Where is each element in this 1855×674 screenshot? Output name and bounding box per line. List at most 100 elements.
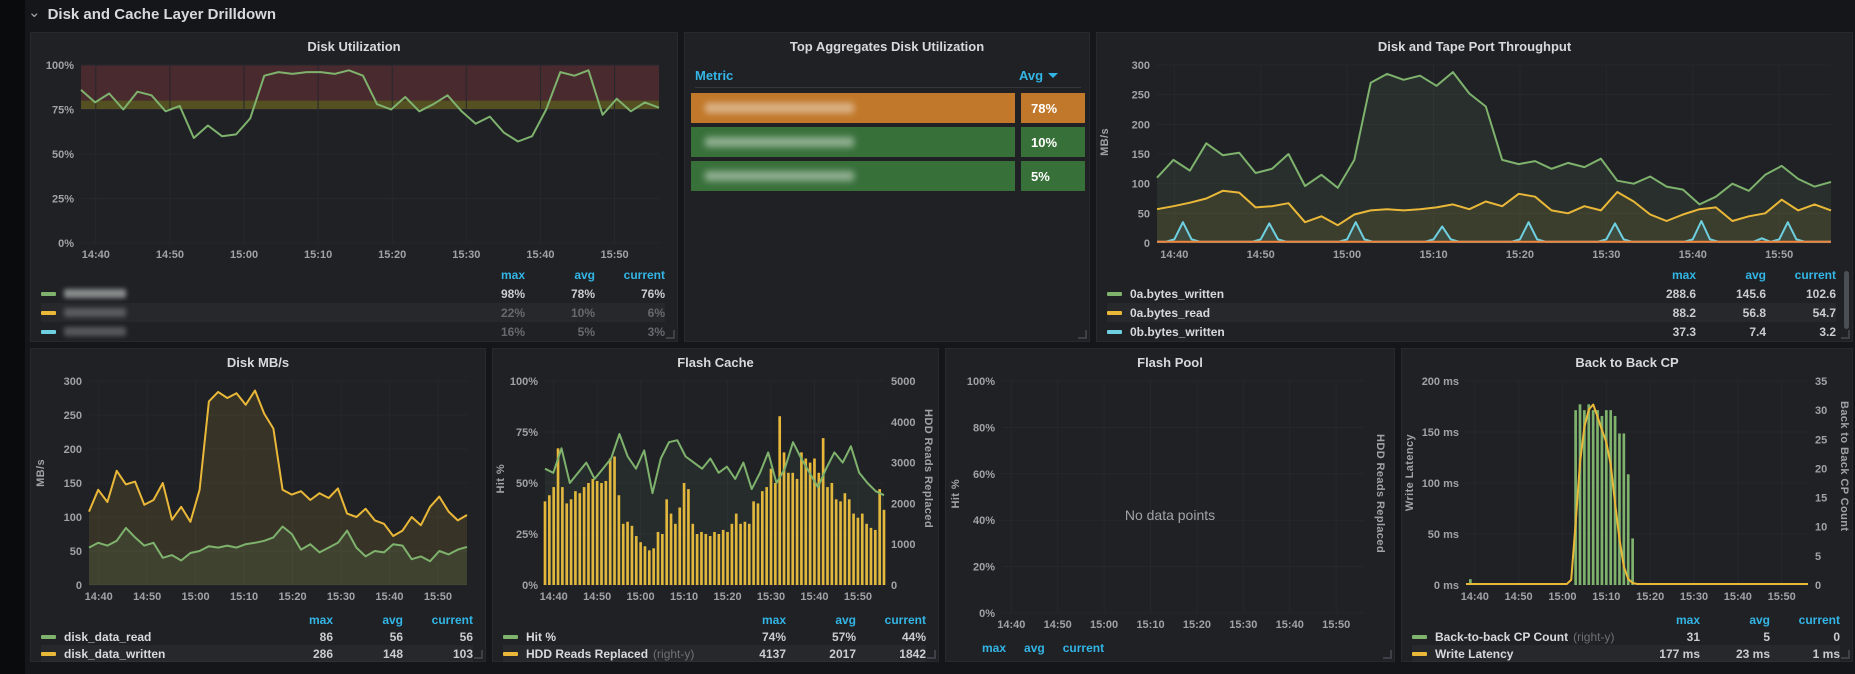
series-name[interactable]: Write Latency <box>1435 647 1513 661</box>
legend-current: 1842 <box>856 647 926 661</box>
table-row[interactable]: 78% <box>691 93 1085 123</box>
redacted-series-name[interactable] <box>64 308 126 317</box>
svg-text:100%: 100% <box>967 376 995 388</box>
legend-current: 6% <box>595 306 665 320</box>
panel-title[interactable]: Top Aggregates Disk Utilization <box>685 39 1089 54</box>
svg-text:14:50: 14:50 <box>583 591 611 603</box>
legend-col-max[interactable]: max <box>716 613 786 627</box>
legend-col-avg[interactable]: avg <box>333 613 403 627</box>
legend-current: 3% <box>595 325 665 339</box>
b2b-legend: max avg current Back-to-back CP Count (r… <box>1412 611 1840 662</box>
series-swatch[interactable] <box>503 635 518 639</box>
legend-scrollbar[interactable] <box>1844 271 1849 329</box>
panel-title[interactable]: Flash Cache <box>493 355 938 370</box>
dashboard-row-header[interactable]: ⌄ Disk and Cache Layer Drilldown <box>28 5 276 23</box>
svg-text:15:20: 15:20 <box>378 249 406 261</box>
svg-text:0: 0 <box>1815 580 1821 592</box>
series-name[interactable]: 0a.bytes_read <box>1130 306 1210 320</box>
disk-utilization-chart[interactable]: 0%25%50%75%100%14:4014:5015:0015:1015:20… <box>35 57 673 263</box>
legend-row: 0a.bytes_read 88.2 56.8 54.7 <box>1107 303 1836 322</box>
disk-mbs-chart[interactable]: 05010015020025030014:4014:5015:0015:1015… <box>39 373 479 605</box>
legend-col-current[interactable]: current <box>1766 268 1836 282</box>
panel-disk-tape-throughput: Disk and Tape Port Throughput MB/s 05010… <box>1096 32 1853 342</box>
svg-text:50%: 50% <box>52 149 74 161</box>
flash-pool-legend: max avg current <box>956 641 1382 655</box>
redacted-series-name[interactable] <box>64 289 126 298</box>
legend-col-avg[interactable]: avg <box>1696 268 1766 282</box>
legend-current: 44% <box>856 630 926 644</box>
svg-text:15:00: 15:00 <box>230 249 258 261</box>
series-swatch[interactable] <box>1107 292 1122 296</box>
svg-text:15:20: 15:20 <box>1506 249 1534 261</box>
series-swatch[interactable] <box>1107 311 1122 315</box>
legend-col-avg[interactable]: avg <box>1700 613 1770 627</box>
panel-title[interactable]: Disk and Tape Port Throughput <box>1097 39 1852 54</box>
svg-text:25%: 25% <box>516 529 538 541</box>
throughput-legend: max avg current 0a.bytes_written 288.6 1… <box>1107 265 1836 341</box>
legend-col-avg[interactable]: avg <box>1024 641 1045 655</box>
legend-col-current[interactable]: current <box>1770 613 1840 627</box>
svg-text:14:50: 14:50 <box>133 591 161 603</box>
legend-col-avg[interactable]: avg <box>525 268 595 282</box>
legend-col-avg[interactable]: avg <box>786 613 856 627</box>
metric-cell <box>691 93 1015 123</box>
flash-pool-chart[interactable]: 0%20%40%60%80%100%14:4014:5015:0015:1015… <box>950 373 1380 633</box>
series-swatch[interactable] <box>1412 635 1427 639</box>
col-avg-sort[interactable]: Avg <box>1019 68 1081 83</box>
panel-title[interactable]: Disk Utilization <box>31 39 677 54</box>
panel-title[interactable]: Flash Pool <box>946 355 1394 370</box>
col-metric[interactable]: Metric <box>695 68 733 83</box>
legend-max: 88.2 <box>1626 306 1696 320</box>
series-swatch[interactable] <box>41 635 56 639</box>
legend-max: 31 <box>1630 630 1700 644</box>
series-name[interactable]: disk_data_read <box>64 630 151 644</box>
legend-col-current[interactable]: current <box>856 613 926 627</box>
legend-col-current[interactable]: current <box>1063 641 1104 655</box>
svg-text:15:40: 15:40 <box>1679 249 1707 261</box>
legend-col-current[interactable]: current <box>595 268 665 282</box>
legend-col-max[interactable]: max <box>263 613 333 627</box>
series-name[interactable]: Hit % <box>526 630 556 644</box>
series-swatch[interactable] <box>41 292 56 296</box>
series-swatch[interactable] <box>1412 652 1427 656</box>
svg-text:15:50: 15:50 <box>600 249 628 261</box>
legend-col-max[interactable]: max <box>1630 613 1700 627</box>
series-swatch[interactable] <box>503 652 518 656</box>
flash-cache-chart[interactable]: 0%25%50%75%100%14:4014:5015:0015:1015:20… <box>495 373 936 605</box>
metric-cell <box>691 161 1015 191</box>
series-name[interactable]: disk_data_written <box>64 647 165 661</box>
legend-avg: 10% <box>525 306 595 320</box>
series-swatch[interactable] <box>1107 330 1122 334</box>
svg-text:14:50: 14:50 <box>1044 619 1072 631</box>
svg-text:150 ms: 150 ms <box>1422 427 1459 439</box>
right-axis-tag: (right-y) <box>1573 630 1614 644</box>
series-swatch[interactable] <box>41 311 56 315</box>
svg-text:60%: 60% <box>973 469 995 481</box>
svg-text:0 ms: 0 ms <box>1434 580 1459 592</box>
back-to-back-cp-chart[interactable]: 0 ms50 ms100 ms150 ms200 ms14:4014:5015:… <box>1404 373 1848 605</box>
series-name[interactable]: 0b.bytes_written <box>1130 325 1225 339</box>
series-swatch[interactable] <box>41 652 56 656</box>
svg-text:300: 300 <box>64 376 82 388</box>
series-name[interactable]: 0a.bytes_written <box>1130 287 1224 301</box>
legend-max: 98% <box>455 287 525 301</box>
panel-title[interactable]: Back to Back CP <box>1402 355 1852 370</box>
svg-text:15:20: 15:20 <box>1636 591 1664 603</box>
legend-col-current[interactable]: current <box>403 613 473 627</box>
table-row[interactable]: 5% <box>691 161 1085 191</box>
legend-row: 0a.bytes_written 288.6 145.6 102.6 <box>1107 284 1836 303</box>
row-title: Disk and Cache Layer Drilldown <box>48 6 276 23</box>
throughput-chart[interactable]: 05010015020025030014:4014:5015:0015:1015… <box>1109 57 1845 263</box>
svg-text:14:40: 14:40 <box>540 591 568 603</box>
series-name[interactable]: Back-to-back CP Count <box>1435 630 1568 644</box>
series-swatch[interactable] <box>41 330 56 334</box>
redacted-series-name[interactable] <box>64 327 126 336</box>
svg-text:30: 30 <box>1815 405 1827 417</box>
series-name[interactable]: HDD Reads Replaced <box>526 647 648 661</box>
panel-title[interactable]: Disk MB/s <box>31 355 485 370</box>
legend-col-max[interactable]: max <box>1626 268 1696 282</box>
legend-col-max[interactable]: max <box>455 268 525 282</box>
svg-text:15:10: 15:10 <box>1419 249 1447 261</box>
legend-col-max[interactable]: max <box>982 641 1006 655</box>
table-row[interactable]: 10% <box>691 127 1085 157</box>
